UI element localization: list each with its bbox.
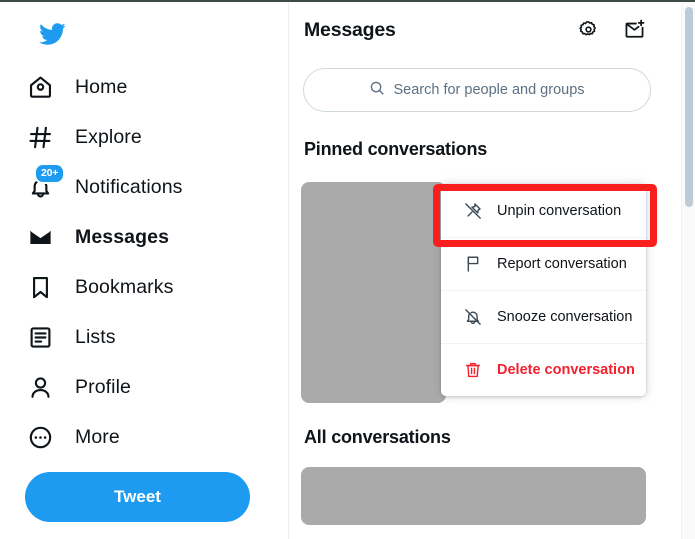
scrollbar-thumb[interactable] [685, 7, 693, 207]
sidebar-item-label: Lists [75, 325, 116, 348]
conversation-context-menu: Unpin conversation Report conversation S… [441, 184, 646, 396]
sidebar-item-label: Home [75, 75, 128, 98]
header-actions [573, 16, 649, 46]
search-placeholder: Search for people and groups [393, 82, 585, 98]
all-conversations-heading: All conversations [304, 427, 451, 447]
sidebar-item-notifications[interactable]: 20+ Notifications [25, 162, 183, 212]
bookmark-icon [25, 272, 55, 302]
sidebar-item-lists[interactable]: Lists [25, 312, 116, 362]
sidebar-item-label: Profile [75, 375, 131, 398]
sidebar-item-bookmarks[interactable]: Bookmarks [25, 262, 173, 312]
all-conversation-placeholder[interactable] [301, 467, 646, 525]
messages-header: Messages [290, 2, 665, 59]
menu-item-label: Delete conversation [497, 362, 635, 378]
flag-icon [462, 254, 483, 275]
trash-icon [462, 360, 483, 381]
menu-item-label: Snooze conversation [497, 309, 633, 325]
page-title: Messages [304, 19, 396, 41]
person-icon [25, 372, 55, 402]
sidebar-item-label: More [75, 425, 120, 448]
sidebar-item-more[interactable]: More [25, 412, 120, 462]
sidebar-item-home[interactable]: Home [25, 62, 127, 112]
sidebar-item-label: Messages [75, 225, 170, 248]
bell-icon: 20+ [25, 163, 66, 202]
unpin-icon [462, 200, 483, 221]
tweet-button[interactable]: Tweet [25, 472, 250, 522]
hashtag-icon [25, 122, 55, 152]
menu-item-label: Unpin conversation [497, 202, 622, 219]
envelope-icon [25, 222, 55, 252]
sidebar-item-label: Notifications [75, 175, 183, 198]
more-circle-icon [25, 422, 55, 452]
twitter-messages-window: Home Explore 20+ Notifications Messages … [0, 0, 695, 539]
search-input[interactable]: Search for people and groups [303, 68, 651, 112]
notifications-badge: 20+ [34, 163, 66, 184]
sidebar-item-explore[interactable]: Explore [25, 112, 142, 162]
menu-item-label: Report conversation [497, 256, 627, 272]
sidebar-item-messages[interactable]: Messages [25, 212, 169, 262]
menu-item-unpin-conversation[interactable]: Unpin conversation [441, 184, 646, 237]
new-message-button[interactable] [619, 16, 649, 46]
search-icon [369, 80, 385, 101]
new-message-icon [623, 18, 646, 44]
sidebar-item-label: Explore [75, 125, 142, 148]
twitter-bird-icon[interactable] [30, 12, 74, 56]
pinned-conversations-heading: Pinned conversations [304, 139, 488, 159]
menu-item-report-conversation[interactable]: Report conversation [441, 237, 646, 290]
menu-item-snooze-conversation[interactable]: Snooze conversation [441, 290, 646, 343]
sidebar-item-label: Bookmarks [75, 275, 174, 298]
scrollbar-track[interactable] [681, 2, 695, 539]
pinned-conversation-placeholder[interactable] [301, 182, 446, 403]
sidebar-item-profile[interactable]: Profile [25, 362, 131, 412]
menu-item-delete-conversation[interactable]: Delete conversation [441, 343, 646, 396]
primary-sidebar: Home Explore 20+ Notifications Messages … [0, 2, 289, 539]
settings-button[interactable] [573, 16, 603, 46]
home-icon [25, 72, 55, 102]
list-icon [25, 322, 55, 352]
gear-icon [578, 19, 599, 43]
bell-slash-icon [462, 307, 483, 328]
messages-column: Messages Search for people and groups Pi… [290, 2, 695, 539]
